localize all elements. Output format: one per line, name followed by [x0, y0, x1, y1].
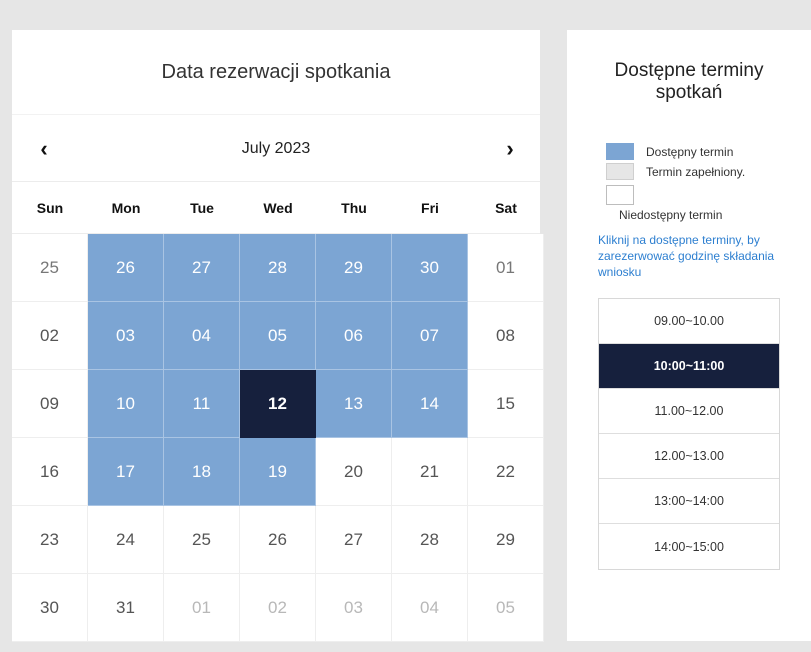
day-cell: 04 — [392, 574, 468, 642]
full-swatch — [606, 163, 634, 180]
time-slot-list: 09.00~10.00 10:00~11:00 11.00~12.00 12.00~1… — [598, 298, 780, 570]
days-grid: 25 26 27 28 29 30 01 02 03 04 05 06 07 08 09 10 11 12 13 14… — [12, 234, 544, 642]
day-cell[interactable]: 04 — [164, 302, 240, 370]
next-month-chevron-right-icon[interactable]: › — [490, 115, 530, 183]
weekday-label: Thu — [341, 199, 367, 216]
weekday-label: Wed — [263, 199, 293, 216]
legend-available: Dostępny termin — [606, 143, 733, 160]
day-cell: 16 — [12, 438, 88, 506]
calendar-title: Data rezerwacji spotkania — [161, 60, 391, 83]
available-swatch — [606, 143, 634, 160]
day-cell[interactable]: 14 — [392, 370, 468, 438]
day-cell[interactable]: 06 — [316, 302, 392, 370]
day-cell: 21 — [392, 438, 468, 506]
day-cell[interactable]: 26 — [88, 234, 164, 302]
day-cell: 01 — [468, 234, 544, 302]
day-cell: 20 — [316, 438, 392, 506]
day-cell: 31 — [88, 574, 164, 642]
unavailable-swatch — [606, 185, 634, 205]
day-cell[interactable]: 03 — [88, 302, 164, 370]
day-cell[interactable]: 07 — [392, 302, 468, 370]
weekday-label: Sat — [495, 199, 517, 216]
day-cell[interactable]: 27 — [164, 234, 240, 302]
prev-month-chevron-left-icon[interactable]: ‹ — [24, 115, 64, 183]
day-cell[interactable]: 29 — [316, 234, 392, 302]
day-cell[interactable]: 18 — [164, 438, 240, 506]
sidebar-title-line1: Dostępne terminy — [614, 60, 764, 81]
day-cell[interactable]: 10 — [88, 370, 164, 438]
weekday-label: Sun — [36, 199, 64, 216]
day-cell: 01 — [164, 574, 240, 642]
day-cell: 25 — [164, 506, 240, 574]
day-cell: 22 — [468, 438, 544, 506]
day-cell: 27 — [316, 506, 392, 574]
day-cell[interactable]: 13 — [316, 370, 392, 438]
weekday-label: Fri — [421, 199, 439, 216]
month-navigation: July 2023 ‹ › — [12, 114, 540, 182]
time-slot[interactable]: 11.00~12.00 — [599, 389, 779, 434]
day-cell: 08 — [468, 302, 544, 370]
sidebar-title-line2: spotkań — [655, 82, 723, 103]
month-label: July 2023 — [241, 140, 311, 157]
time-slots-panel: Dostępne terminy spotkań Dostępny termin… — [567, 30, 811, 641]
day-cell[interactable]: 19 — [240, 438, 316, 506]
weekday-header: Sun Mon Tue Wed Thu Fri Sat — [12, 182, 540, 234]
day-cell: 29 — [468, 506, 544, 574]
legend-full: Termin zapełniony. — [606, 163, 745, 180]
day-cell: 24 — [88, 506, 164, 574]
legend-full-label: Termin zapełniony. — [646, 164, 746, 179]
time-slot-selected[interactable]: 10:00~11:00 — [599, 344, 779, 389]
day-cell: 26 — [240, 506, 316, 574]
day-cell: 05 — [468, 574, 544, 642]
time-slot[interactable]: 14:00~15:00 — [599, 524, 779, 569]
day-cell: 25 — [12, 234, 88, 302]
calendar-panel: Data rezerwacji spotkania July 2023 ‹ › … — [12, 30, 544, 642]
day-cell[interactable]: 28 — [240, 234, 316, 302]
day-cell: 09 — [12, 370, 88, 438]
weekday-label: Tue — [190, 199, 214, 216]
day-cell[interactable]: 30 — [392, 234, 468, 302]
day-cell: 15 — [468, 370, 544, 438]
day-cell: 03 — [316, 574, 392, 642]
day-cell: 28 — [392, 506, 468, 574]
day-cell: 23 — [12, 506, 88, 574]
legend-unavailable-label: Niedostępny termin — [619, 208, 723, 222]
time-slot[interactable]: 09.00~10.00 — [599, 299, 779, 344]
day-cell[interactable]: 17 — [88, 438, 164, 506]
day-cell[interactable]: 11 — [164, 370, 240, 438]
weekday-label: Mon — [111, 199, 141, 216]
time-slot[interactable]: 13:00~14:00 — [599, 479, 779, 524]
day-cell: 02 — [240, 574, 316, 642]
day-cell[interactable]: 05 — [240, 302, 316, 370]
day-cell: 30 — [12, 574, 88, 642]
sidebar-title: Dostępne terminy spotkań — [567, 60, 811, 104]
day-cell-selected[interactable]: 12 — [240, 370, 316, 438]
booking-hint: Kliknij na dostępne terminy, by zarezerw… — [598, 233, 775, 279]
day-cell: 02 — [12, 302, 88, 370]
time-slot[interactable]: 12.00~13.00 — [599, 434, 779, 479]
legend-available-label: Dostępny termin — [646, 144, 734, 159]
